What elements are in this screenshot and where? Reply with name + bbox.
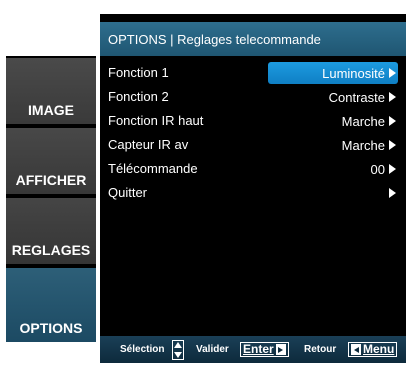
right-arrow-icon xyxy=(275,344,286,355)
selection-label: Sélection xyxy=(120,344,165,355)
right-arrow-icon xyxy=(389,188,396,198)
sidebar-spacer xyxy=(6,14,96,56)
menu-row-value-field[interactable] xyxy=(381,182,398,204)
menu-row-fonction-ir-haut[interactable]: Fonction IR haut Marche xyxy=(100,110,406,132)
menu-row-value-field[interactable]: Marche xyxy=(334,110,398,132)
menu-row-value: 00 xyxy=(370,161,385,177)
footer-validate: Valider xyxy=(196,336,229,363)
back-label: Retour xyxy=(304,344,337,355)
sidebar-item-reglages[interactable]: REGLAGES xyxy=(6,198,96,264)
menu-row-fonction-2[interactable]: Fonction 2 Contraste xyxy=(100,86,406,108)
menu-row-label: Capteur IR av xyxy=(108,137,189,152)
left-arrow-icon xyxy=(351,344,361,355)
menu-row-value-selected[interactable]: Luminosité xyxy=(268,62,398,84)
menu-key[interactable]: Menu xyxy=(348,342,398,357)
footer-selection: Sélection xyxy=(120,336,164,363)
menu-row-value: Marche xyxy=(341,137,385,153)
enter-key[interactable]: Enter xyxy=(240,342,289,357)
menu-row-label: Télécommande xyxy=(108,161,198,176)
menu-row-value-field[interactable]: Contraste xyxy=(321,86,398,108)
right-arrow-icon xyxy=(389,92,396,102)
footer-updown xyxy=(172,336,184,363)
footer-back: Retour xyxy=(304,336,336,363)
sidebar-item-label: AFFICHER xyxy=(15,172,87,188)
menu-row-quitter[interactable]: Quitter xyxy=(100,182,406,204)
osd-window: IMAGE AFFICHER REGLAGES OPTIONS OPTIONS … xyxy=(0,0,411,371)
menu-row-value: Marche xyxy=(341,113,385,129)
page-title: OPTIONS | Reglages telecommande xyxy=(100,22,406,56)
sidebar-item-label: OPTIONS xyxy=(19,320,83,336)
up-down-arrows-icon xyxy=(172,339,184,360)
validate-label: Valider xyxy=(196,344,229,355)
sidebar-item-label: REGLAGES xyxy=(11,242,91,258)
menu-row-telecommande[interactable]: Télécommande 00 xyxy=(100,158,406,180)
right-arrow-icon xyxy=(389,164,396,174)
right-arrow-icon xyxy=(389,140,396,150)
footer-menu-key[interactable]: Menu xyxy=(348,336,398,363)
sidebar-item-image[interactable]: IMAGE xyxy=(6,58,96,124)
footer-enter-key[interactable]: Enter xyxy=(240,336,289,363)
menu-row-fonction-1[interactable]: Fonction 1 Luminosité xyxy=(100,62,406,84)
enter-key-label: Enter xyxy=(243,342,274,356)
sidebar-item-label: IMAGE xyxy=(28,102,74,118)
footer-help-bar: Sélection Valider Enter Retour Menu xyxy=(100,336,406,363)
menu-row-label: Fonction IR haut xyxy=(108,113,204,128)
menu-row-label: Fonction 2 xyxy=(108,89,169,104)
sidebar-item-options[interactable]: OPTIONS xyxy=(6,268,96,342)
menu-row-capteur-ir-av[interactable]: Capteur IR av Marche xyxy=(100,134,406,156)
menu-row-label: Fonction 1 xyxy=(108,65,169,80)
menu-row-value: Contraste xyxy=(328,89,385,105)
menu-row-value-field[interactable]: Marche xyxy=(334,134,398,156)
sidebar-item-afficher[interactable]: AFFICHER xyxy=(6,128,96,194)
menu-row-label: Quitter xyxy=(108,185,148,200)
menu-row-value-field[interactable]: 00 xyxy=(363,158,398,180)
options-panel: OPTIONS | Reglages telecommande Fonction… xyxy=(100,14,406,342)
menu-row-value: Luminosité xyxy=(322,65,385,81)
right-arrow-icon xyxy=(389,116,396,126)
menu-key-label: Menu xyxy=(363,342,395,356)
sidebar: IMAGE AFFICHER REGLAGES OPTIONS xyxy=(6,56,96,342)
right-arrow-icon xyxy=(389,68,396,78)
